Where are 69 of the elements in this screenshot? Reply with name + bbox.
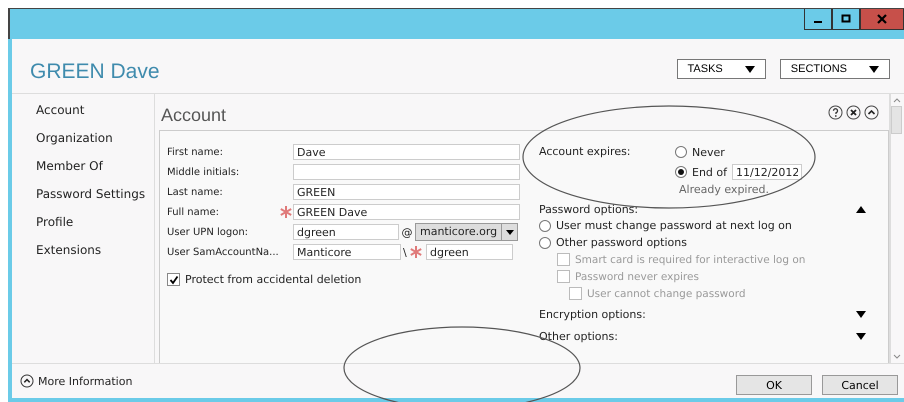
collapse-arrow-icon[interactable] <box>856 206 866 212</box>
field-label: Last name: <box>167 186 224 198</box>
expand-arrow-icon[interactable] <box>856 310 866 318</box>
sidebar-item[interactable]: Extensions <box>36 242 154 259</box>
group-title: Password options: <box>539 202 638 216</box>
expand-icon <box>20 374 34 388</box>
radio-label: User must change password at next log on <box>556 219 792 232</box>
text-field[interactable]: dgreen <box>293 224 399 240</box>
help-icon[interactable] <box>828 104 843 120</box>
separator-text: \ <box>403 246 408 258</box>
text-field[interactable]: GREEN Dave <box>293 204 520 220</box>
close-button[interactable] <box>860 9 904 30</box>
dialog-button[interactable]: Cancel <box>822 375 898 395</box>
field-label: Account expires: <box>539 144 632 160</box>
text-field[interactable]: Manticore <box>293 244 401 260</box>
maximize-button[interactable] <box>832 9 860 30</box>
radio-button[interactable] <box>675 146 687 158</box>
sidebar-item[interactable]: Member Of <box>36 158 154 175</box>
text-field[interactable]: Dave <box>293 144 520 160</box>
sidebar-item[interactable]: Password Settings <box>36 186 154 203</box>
status-text: Already expired. <box>678 183 770 196</box>
radio-label: Other password options <box>556 236 687 249</box>
field-label: Middle initials: <box>167 166 240 178</box>
date-field[interactable]: 11/12/2012 <box>732 164 802 180</box>
minimize-button[interactable] <box>804 9 832 30</box>
radio-button[interactable] <box>675 166 687 178</box>
field-label: User SamAccountNa... <box>167 246 279 258</box>
checkbox-label: Protect from accidental deletion <box>185 273 362 286</box>
collapse-icon[interactable] <box>864 104 879 120</box>
radio-button[interactable] <box>539 220 551 232</box>
checkbox-label: Password never expires <box>575 270 699 282</box>
required-icon <box>410 246 422 258</box>
field-label: First name: <box>167 146 224 158</box>
scroll-thumb[interactable] <box>891 106 902 134</box>
checkbox[interactable] <box>167 273 180 286</box>
dropdown-menu[interactable]: TASKS <box>676 59 766 79</box>
radio-button[interactable] <box>539 236 551 248</box>
dropdown-menu[interactable]: SECTIONS <box>780 59 890 79</box>
close-icon[interactable] <box>846 104 861 120</box>
window-title: GREEN Dave <box>30 59 160 84</box>
dialog-button[interactable]: OK <box>736 375 812 395</box>
caret-icon <box>869 66 879 72</box>
field-label: User UPN logon: <box>167 226 250 238</box>
maximize-icon <box>841 14 851 24</box>
caret-icon <box>506 230 514 234</box>
minimize-icon <box>814 21 822 23</box>
required-icon <box>280 206 292 218</box>
radio-label: End of <box>692 166 728 178</box>
section-title: Account <box>161 104 226 126</box>
more-information-link[interactable]: More Information <box>20 374 132 388</box>
scroll-down-icon[interactable] <box>892 354 900 360</box>
scroll-up-icon[interactable] <box>892 97 900 103</box>
text-field[interactable]: GREEN <box>293 184 520 200</box>
separator-text: @ <box>400 226 414 238</box>
group-title: Encryption options: <box>539 308 646 320</box>
text-field[interactable]: dgreen <box>426 244 513 260</box>
caret-icon <box>744 66 755 72</box>
text-field[interactable] <box>293 164 520 180</box>
sidebar-item[interactable]: Organization <box>36 130 154 147</box>
expand-arrow-icon[interactable] <box>856 332 866 340</box>
close-icon <box>877 14 887 24</box>
checkbox-label: User cannot change password <box>587 288 746 300</box>
group-title: Other options: <box>539 330 618 342</box>
checkbox-label: Smart card is required for interactive log on <box>575 254 806 266</box>
domain-dropdown[interactable]: manticore.org <box>415 223 518 241</box>
sidebar-item[interactable]: Account <box>36 102 154 119</box>
sidebar-item[interactable]: Profile <box>36 214 154 231</box>
radio-label: Never <box>692 146 725 158</box>
field-label: Full name: <box>167 206 220 218</box>
